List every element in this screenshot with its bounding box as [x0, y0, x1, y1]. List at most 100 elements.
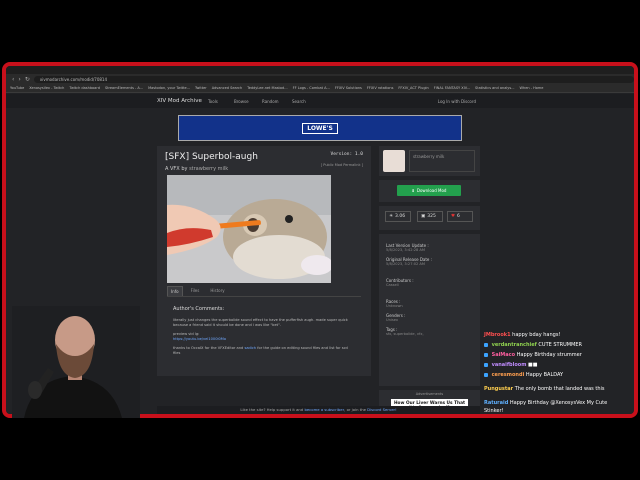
bookmark[interactable]: When - Home [520, 86, 544, 90]
tab-history[interactable]: History [207, 286, 227, 296]
badge-icon [484, 362, 488, 367]
author-card: strawberry milk [379, 146, 480, 176]
tab-files[interactable]: Files [188, 286, 203, 296]
discord-link[interactable]: Discord Server! [367, 407, 396, 412]
download-icon: ⬇ [411, 188, 415, 193]
emote-icon: ■■ [528, 362, 538, 368]
chat-message: vanaifbloom ■■ [484, 362, 537, 368]
info-value: 5/8/2023, 3:27:02 AM [386, 262, 425, 266]
back-icon[interactable]: ‹ [12, 76, 14, 83]
comments-body: literally just changes the superbolide s… [173, 318, 353, 356]
stats-card: ☀ 3.06 ▣ 325 ♥ 6 [379, 206, 480, 230]
comment-preview-link[interactable]: https://youtu.be/vel1000i0Mo [173, 337, 226, 341]
comment-line: literally just changes the superbolide s… [173, 318, 348, 327]
author-name-box[interactable]: strawberry milk [409, 150, 475, 172]
mod-title: [SFX] Superbol-augh [165, 152, 258, 162]
reload-icon[interactable]: ↻ [25, 76, 30, 83]
chat-text: CUTE STRUMMER [538, 342, 582, 348]
advert-label: Advertisements [415, 392, 444, 396]
chat-text: Happy Birthday @XenosysVex My Cute [509, 400, 608, 406]
bookmark[interactable]: Mastodon, your Twitte... [148, 86, 190, 90]
chat-message: SaiMaco Happy Birthday strummer [484, 352, 582, 358]
chat-username: vanaifbloom [491, 362, 527, 368]
footer-prefix: Like the site? Help support it and [240, 407, 304, 412]
site-brand[interactable]: XIV Mod Archive [157, 98, 202, 104]
avatar[interactable] [383, 150, 405, 172]
bookmark[interactable]: TeddyLee.net Mastod... [247, 86, 287, 90]
chat-text: happy bday hangs! [512, 332, 561, 338]
comment-thanks-prefix: thanks to OccaIX for the VFXEditor and [173, 346, 244, 350]
bookmark[interactable]: Statistics and analys... [475, 86, 515, 90]
chat-text: Happy BALDAY [525, 372, 564, 378]
chat-message: ceresmondi Happy BALDAY [484, 372, 563, 378]
webcam-overlay [12, 306, 140, 418]
info-value[interactable]: Cassell [386, 283, 473, 287]
views-count: 3.06 [395, 214, 406, 219]
heart-icon: ♥ [451, 214, 456, 219]
chat-username: Raturaid [484, 400, 509, 406]
info-value: Unknown [386, 304, 403, 308]
bookmark[interactable]: FINAL FANTASY XIV... [434, 86, 470, 90]
tab-bar[interactable] [6, 66, 634, 74]
url-field[interactable]: xivmodarchive.com/modid/70814 [33, 75, 634, 83]
chat-message: JMbrook1 happy bday hangs! [484, 332, 560, 338]
mod-byline: A VFX by strawberry milk [165, 166, 228, 172]
info-value: 5/8/2023, 3:42:28 AM [386, 248, 425, 252]
nav-tools[interactable]: Tools [208, 99, 218, 104]
nav-browse[interactable]: Browse [234, 99, 249, 104]
badge-icon [484, 342, 488, 347]
chat-message: verdantranchief CUTE STRUMMER [484, 342, 582, 348]
stream-chat-overlay: JMbrook1 happy bday hangs! verdantranchi… [480, 330, 635, 416]
downloads-icon: ▣ [421, 214, 426, 219]
comments-heading: Author's Comments: [173, 306, 225, 312]
bookmark[interactable]: Advanced Search [212, 86, 242, 90]
likes-stat[interactable]: ♥ 6 [447, 211, 473, 222]
mod-tabs: Info Files History [167, 286, 361, 297]
nav-random[interactable]: Random [262, 99, 279, 104]
chat-text: Stinker! [484, 408, 504, 414]
chat-text: Happy Birthday strummer [516, 352, 582, 358]
badge-icon [484, 372, 488, 377]
author-link[interactable]: strawberry milk [189, 166, 228, 172]
chat-username: Pungustar [484, 386, 514, 392]
bookmark[interactable]: StreamElements - A... [105, 86, 143, 90]
login-discord-link[interactable]: Log In with Discord [438, 99, 476, 104]
badge-icon [484, 352, 488, 357]
site-footer: Like the site? Help support it and becom… [157, 406, 480, 414]
bookmark[interactable]: FFXIV_ACT Plugin [398, 86, 428, 90]
chat-username: SaiMaco [491, 352, 516, 358]
bookmark[interactable]: XenosysVex - Twitch [29, 86, 64, 90]
info-value: Unisex [386, 318, 399, 322]
chat-message: Raturaid Happy Birthday @XenosysVex My C… [484, 400, 607, 406]
chat-username: ceresmondi [491, 372, 525, 378]
bookmark[interactable]: Twitter [195, 86, 207, 90]
subscriber-link[interactable]: become a subscriber [304, 407, 344, 412]
nav-search[interactable]: Search [292, 99, 306, 104]
bookmarks-bar: YouTube XenosysVex - Twitch Twitch dashb… [6, 84, 634, 93]
top-banner-ad[interactable]: LOWE'S [178, 115, 462, 141]
mod-panel: [SFX] Superbol-augh Version: 1.0 [ Publi… [157, 146, 371, 376]
bookmark[interactable]: FF Logs - Combat A... [293, 86, 330, 90]
tab-info[interactable]: Info [167, 286, 183, 296]
byline-prefix: A VFX by [165, 166, 188, 172]
chat-message: Stinker! [484, 408, 504, 414]
downloads-count: 325 [427, 214, 436, 219]
download-card: ⬇ Download Mod [379, 180, 480, 202]
bookmark[interactable]: Twitch dashboard [69, 86, 100, 90]
site-navbar: XIV Mod Archive Tools Browse Random Sear… [6, 94, 634, 108]
chat-message: Pungustar The only bomb that landed was … [484, 386, 605, 392]
views-icon: ☀ [389, 214, 394, 219]
ad-logo: LOWE'S [302, 122, 338, 134]
info-value[interactable]: sfx, superbolide, vfx, [386, 332, 473, 336]
chat-username: JMbrook1 [484, 332, 511, 338]
permalink-link[interactable]: [ Public Mod Permalink ] [321, 163, 363, 167]
bookmark[interactable]: YouTube [10, 86, 24, 90]
bookmark[interactable]: FFXIV rotations [367, 86, 394, 90]
bookmark[interactable]: FFXIV Solutions [335, 86, 362, 90]
comment-thanks: thanks to OccaIX for the VFXEditor and s… [173, 346, 353, 356]
download-button[interactable]: ⬇ Download Mod [397, 185, 461, 196]
comment-thanks-link[interactable]: sadich [244, 346, 256, 350]
mod-preview-image[interactable] [167, 175, 331, 283]
forward-icon[interactable]: › [18, 76, 20, 83]
views-stat: ☀ 3.06 [385, 211, 411, 222]
